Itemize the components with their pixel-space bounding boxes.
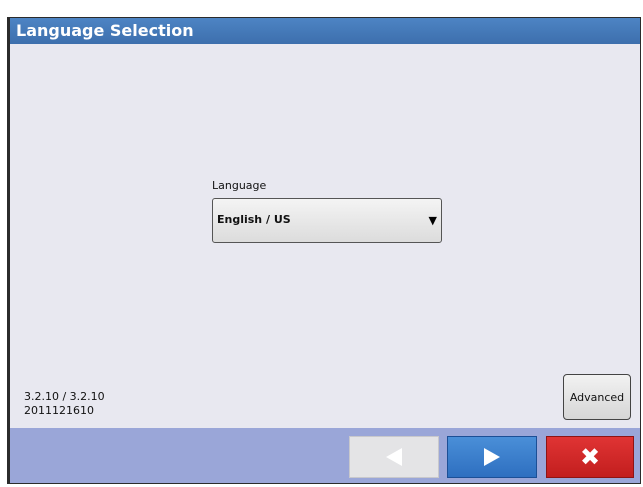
next-button[interactable] — [447, 436, 537, 478]
right-triangle-icon — [484, 448, 500, 466]
screen-frame: Language Selection Language English / US… — [0, 0, 643, 487]
language-label: Language — [212, 179, 267, 192]
back-button[interactable] — [349, 436, 439, 478]
close-x-icon: ✖ — [579, 443, 601, 471]
dropdown-arrow-icon: ▼ — [428, 214, 437, 227]
bottom-nav-bar: ✖ — [10, 428, 640, 483]
main-content: Language English / US ▼ 3.2.10 / 3.2.10 … — [10, 44, 640, 428]
language-selected-value: English / US — [217, 213, 291, 226]
language-dropdown[interactable]: English / US ▼ — [212, 198, 442, 243]
window-title: Language Selection — [10, 18, 640, 44]
left-triangle-icon — [386, 448, 402, 466]
version-text: 3.2.10 / 3.2.10 — [24, 390, 105, 403]
build-number-text: 2011121610 — [24, 404, 94, 417]
cancel-button[interactable]: ✖ — [546, 436, 634, 478]
advanced-button[interactable]: Advanced — [563, 374, 631, 420]
